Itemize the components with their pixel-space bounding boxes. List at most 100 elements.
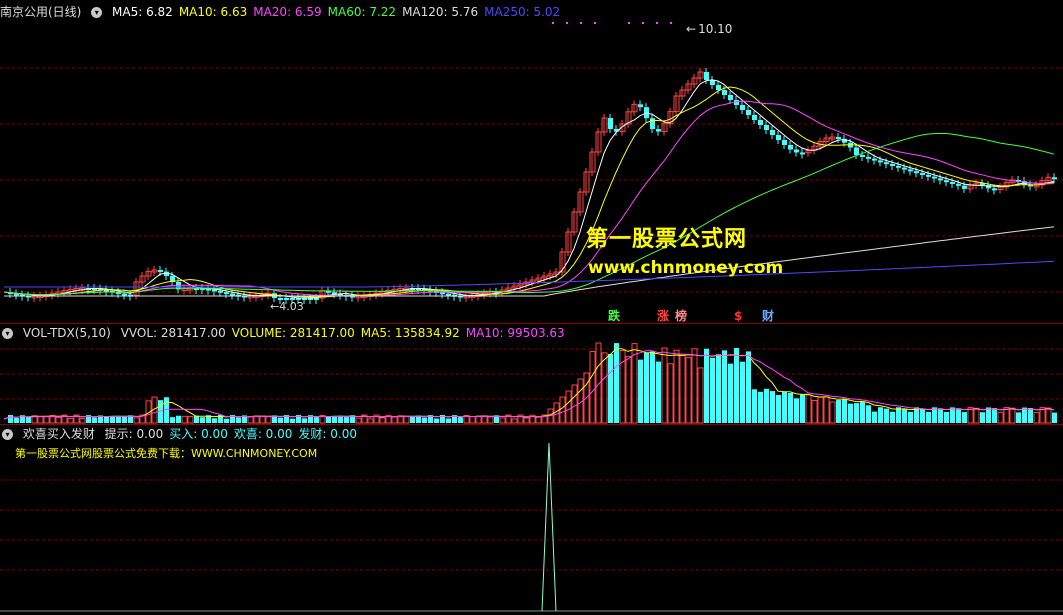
volume-bar	[181, 415, 188, 424]
volume-bar	[614, 343, 619, 423]
volume-bar	[764, 388, 769, 423]
volume-bar	[344, 417, 349, 423]
volume-bar	[367, 418, 374, 424]
volume-bar	[79, 418, 86, 424]
volume-bar	[259, 415, 266, 424]
tag-dollar[interactable]: $	[734, 309, 742, 323]
volume-bar	[746, 351, 751, 423]
candle-body	[920, 173, 925, 175]
volume-bar	[379, 417, 386, 424]
candle-body	[914, 171, 919, 174]
signal-dot	[670, 22, 672, 24]
candle-body	[770, 130, 775, 135]
candle-body	[950, 182, 955, 184]
candle-body	[902, 167, 907, 170]
volume-bar	[391, 416, 398, 424]
volume-bar	[92, 417, 97, 423]
volume-bar	[265, 416, 272, 424]
candle-body	[836, 137, 841, 140]
volume-bar	[794, 398, 799, 423]
candle-body	[740, 105, 745, 110]
tag-bang[interactable]: 榜	[675, 309, 687, 323]
candle-body	[884, 162, 889, 165]
signal-dot	[656, 22, 658, 24]
candlestick-chart[interactable]	[0, 0, 1063, 320]
candle-body	[638, 104, 643, 108]
candle-body	[800, 152, 805, 155]
volume-bar	[487, 416, 494, 424]
volume-bar	[890, 411, 895, 423]
volume-bar	[866, 405, 871, 423]
volume-bar	[691, 348, 698, 424]
volume-bar	[194, 415, 199, 423]
volume-bar	[37, 415, 44, 424]
volume-bar	[14, 417, 19, 423]
tag-die[interactable]: 跌	[608, 309, 620, 323]
volume-bar	[565, 390, 572, 424]
volume-bar	[710, 357, 715, 423]
candle-body	[608, 118, 613, 129]
volume-bar	[956, 408, 961, 423]
volume-bar	[962, 412, 967, 423]
volume-bar	[26, 417, 31, 423]
peak-price-label: ← 10.10	[686, 22, 733, 36]
volume-bar	[740, 361, 745, 423]
candle-body	[218, 290, 223, 293]
volume-bar	[458, 417, 463, 423]
volume-bar	[667, 363, 674, 424]
volume-bar	[811, 399, 818, 424]
candle-body	[938, 178, 943, 181]
volume-bar	[800, 394, 805, 423]
watermark-title: 第一股票公式网	[586, 227, 748, 252]
volume-bar	[644, 352, 649, 423]
volume-bar	[854, 403, 859, 423]
volume-bar	[1016, 412, 1021, 423]
candle-body	[650, 118, 655, 130]
candle-body	[1052, 177, 1057, 180]
volume-bar	[872, 411, 877, 423]
volume-bar	[314, 417, 319, 423]
volume-bar	[608, 353, 613, 423]
volume-bar	[200, 417, 205, 423]
candle-body	[446, 293, 451, 296]
volume-bar	[848, 403, 853, 423]
volume-bar	[589, 351, 596, 424]
volume-bar	[8, 415, 13, 423]
volume-bar	[67, 417, 74, 424]
volume-bar	[836, 400, 841, 423]
signal-dot	[580, 22, 582, 24]
volume-bar	[878, 407, 883, 423]
volume-bar	[842, 399, 847, 423]
volume-bar	[638, 359, 643, 423]
volume-bar	[499, 417, 506, 424]
candle-body	[122, 293, 127, 296]
volume-bar	[716, 354, 721, 423]
candle-body	[728, 95, 733, 100]
tag-cai[interactable]: 财	[762, 309, 774, 323]
ma10-line	[3, 86, 1055, 298]
volume-bar	[920, 408, 925, 423]
candle-body	[944, 180, 949, 183]
volume-bar	[673, 349, 680, 424]
ma5-line	[3, 79, 1055, 299]
volume-chart[interactable]	[0, 324, 1063, 424]
volume-bar	[770, 391, 775, 423]
candle-body	[224, 292, 229, 295]
volume-bar	[469, 416, 476, 424]
tag-zhang[interactable]: 涨	[657, 309, 669, 323]
volume-bar	[902, 408, 907, 423]
signal-chart[interactable]	[0, 425, 1063, 615]
volume-bar	[860, 401, 865, 423]
volume-bar	[992, 408, 997, 423]
candle-body	[896, 165, 901, 168]
volume-bar	[601, 352, 608, 424]
candle-body	[890, 164, 895, 166]
volume-bar	[908, 411, 913, 423]
candle-body	[158, 270, 163, 272]
volume-bar	[722, 350, 727, 423]
volume-bar	[1009, 407, 1016, 424]
volume-bar	[752, 389, 757, 423]
candle-body	[854, 147, 859, 155]
volume-bar	[944, 412, 949, 423]
volume-bar	[559, 396, 566, 424]
